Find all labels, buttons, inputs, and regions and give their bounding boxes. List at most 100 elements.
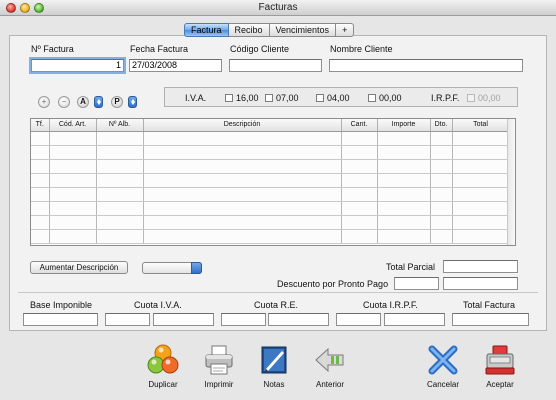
tab-add[interactable]: + [336,23,355,37]
table-cell[interactable] [96,131,144,146]
iva-option-04[interactable]: 04,00 [316,93,350,103]
table-cell[interactable] [96,145,144,160]
table-cell[interactable] [377,159,431,174]
table-cell[interactable] [341,131,378,146]
base-imponible-field[interactable] [23,313,98,326]
table-row[interactable] [31,145,510,160]
table-cell[interactable] [430,187,453,202]
column-header[interactable]: Dto. [430,119,453,132]
table-cell[interactable] [452,145,510,160]
p-button[interactable]: P [111,96,123,108]
table-cell[interactable] [377,145,431,160]
table-cell[interactable] [31,173,50,188]
table-cell[interactable] [452,187,510,202]
table-cell[interactable] [452,215,510,230]
cuota-irpf-amount-field[interactable] [384,313,445,326]
cuota-irpf-percent-field[interactable] [336,313,381,326]
table-cell[interactable] [430,173,453,188]
table-cell[interactable] [430,215,453,230]
table-cell[interactable] [96,201,144,216]
a-button[interactable]: A [77,96,89,108]
descuento-amount-field[interactable] [443,277,518,290]
cuota-re-percent-field[interactable] [221,313,266,326]
total-factura-field[interactable] [452,313,529,326]
table-cell[interactable] [96,159,144,174]
table-cell[interactable] [31,145,50,160]
add-row-button[interactable]: + [38,96,50,108]
p-stepper[interactable] [128,96,137,108]
descuento-percent-field[interactable] [394,277,439,290]
nombre-cliente-field[interactable] [329,59,523,72]
a-stepper[interactable] [94,96,103,108]
table-cell[interactable] [341,229,378,244]
fecha-factura-field[interactable]: 27/03/2008 [129,59,222,72]
table-cell[interactable] [430,159,453,174]
table-cell[interactable] [49,131,97,146]
table-row[interactable] [31,187,510,202]
num-factura-field[interactable]: 1 [31,59,124,72]
column-header[interactable]: Cant. [341,119,378,132]
column-header[interactable]: Importe [377,119,431,132]
column-header[interactable]: Nº Alb. [96,119,144,132]
tab-recibo[interactable]: Recibo [228,23,270,37]
table-cell[interactable] [49,229,97,244]
table-cell[interactable] [341,145,378,160]
column-header[interactable]: Total [452,119,510,132]
table-cell[interactable] [49,215,97,230]
table-row[interactable] [31,131,510,146]
table-row[interactable] [31,201,510,216]
table-cell[interactable] [452,201,510,216]
table-cell[interactable] [49,201,97,216]
table-cell[interactable] [31,215,50,230]
table-row[interactable] [31,173,510,188]
cancelar-button[interactable]: Cancelar [418,343,468,389]
table-cell[interactable] [49,145,97,160]
table-cell[interactable] [377,131,431,146]
cuota-re-amount-field[interactable] [268,313,329,326]
cuota-iva-percent-field[interactable] [105,313,150,326]
table-cell[interactable] [341,215,378,230]
table-cell[interactable] [143,201,342,216]
aceptar-button[interactable]: Aceptar [475,343,525,389]
table-cell[interactable] [31,229,50,244]
table-cell[interactable] [452,159,510,174]
anterior-button[interactable]: Anterior [305,343,355,389]
duplicar-button[interactable]: Duplicar [138,343,188,389]
table-cell[interactable] [49,187,97,202]
table-cell[interactable] [430,229,453,244]
cuota-iva-amount-field[interactable] [153,313,214,326]
total-parcial-field[interactable] [443,260,518,273]
table-cell[interactable] [341,201,378,216]
table-cell[interactable] [377,173,431,188]
tab-vencimientos[interactable]: Vencimientos [269,23,337,37]
table-cell[interactable] [143,173,342,188]
table-cell[interactable] [452,229,510,244]
remove-row-button[interactable]: − [58,96,70,108]
table-cell[interactable] [49,173,97,188]
table-row[interactable] [31,229,510,244]
iva-option-00[interactable]: 00,00 [368,93,402,103]
tab-factura[interactable]: Factura [184,23,229,37]
description-popup[interactable] [142,262,202,274]
table-cell[interactable] [143,187,342,202]
table-cell[interactable] [452,173,510,188]
table-cell[interactable] [430,201,453,216]
table-cell[interactable] [430,145,453,160]
table-row[interactable] [31,215,510,230]
table-row[interactable] [31,159,510,174]
table-cell[interactable] [341,187,378,202]
table-cell[interactable] [377,215,431,230]
column-header[interactable]: Cód. Art. [49,119,97,132]
iva-option-16[interactable]: 16,00 [225,93,259,103]
line-items-table[interactable]: Tf. Cód. Art. Nº Alb. Descripción Cant. … [30,118,516,246]
table-cell[interactable] [143,145,342,160]
table-cell[interactable] [377,229,431,244]
table-cell[interactable] [341,173,378,188]
table-cell[interactable] [96,187,144,202]
column-header[interactable]: Descripción [143,119,342,132]
table-cell[interactable] [31,131,50,146]
table-cell[interactable] [377,201,431,216]
table-cell[interactable] [143,131,342,146]
table-cell[interactable] [96,215,144,230]
table-cell[interactable] [430,131,453,146]
